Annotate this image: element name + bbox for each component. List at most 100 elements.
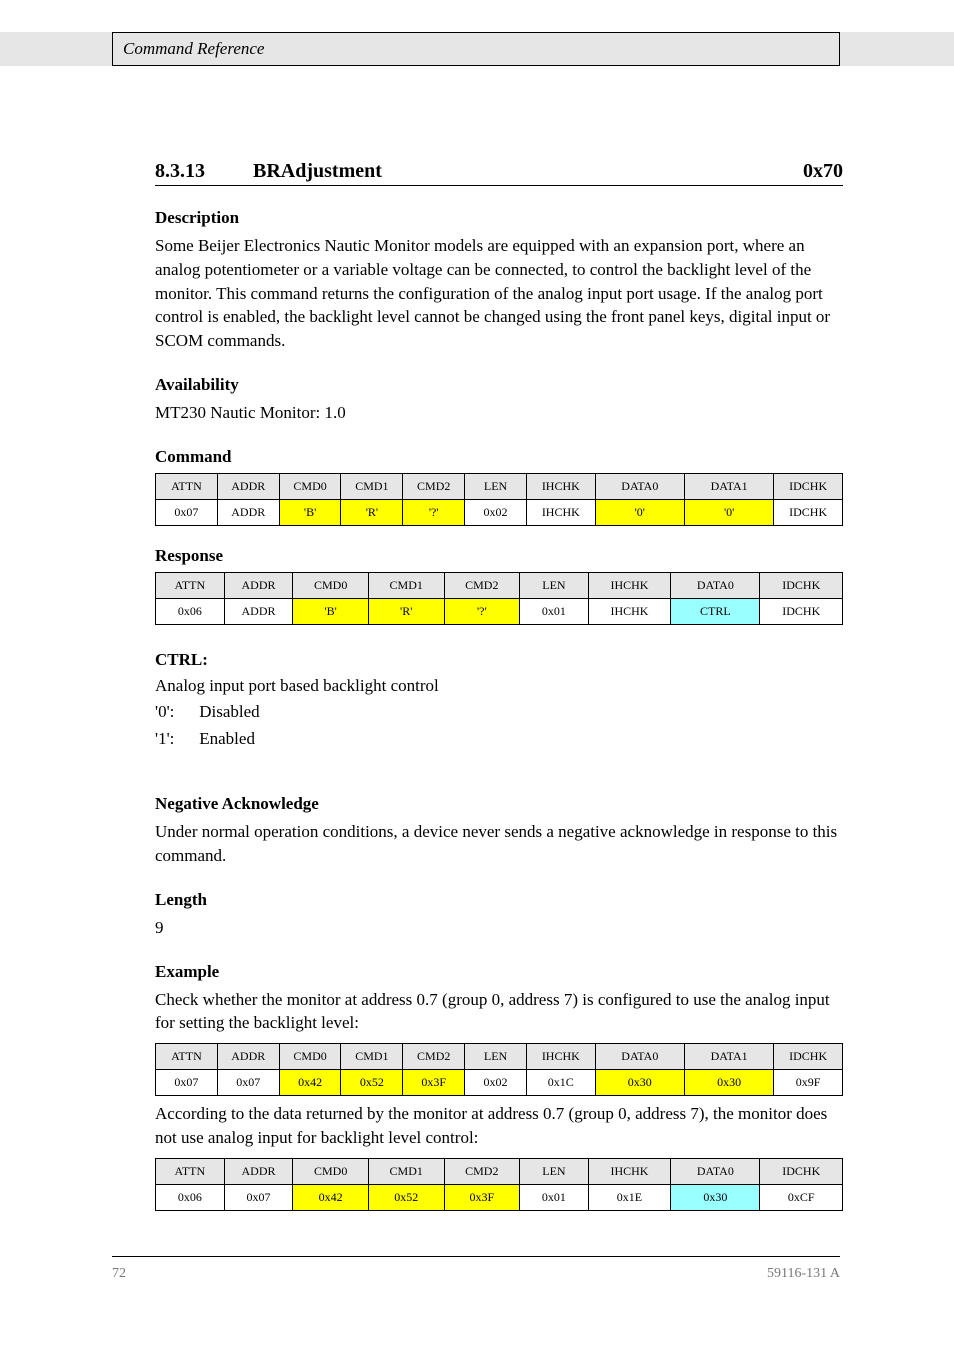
table-header: ATTN bbox=[156, 572, 225, 598]
table-header: CMD0 bbox=[279, 473, 341, 499]
table-row: 0x07 0x07 0x42 0x52 0x3F 0x02 0x1C 0x30 … bbox=[156, 1070, 843, 1096]
section-number: 8.3.13 BRAdjustment bbox=[155, 160, 382, 183]
example-command-table: ATTN ADDR CMD0 CMD1 CMD2 LEN IHCHK DATA0… bbox=[155, 1043, 843, 1096]
ctrl-key: '1': bbox=[155, 726, 195, 752]
table-header: IHCHK bbox=[526, 1044, 595, 1070]
table-header: LEN bbox=[520, 1158, 589, 1184]
description-label: Description bbox=[155, 208, 843, 228]
table-cell: '?' bbox=[444, 598, 520, 624]
description-text: Some Beijer Electronics Nautic Monitor m… bbox=[155, 234, 843, 353]
table-header: DATA1 bbox=[684, 473, 773, 499]
table-cell: 0x30 bbox=[671, 1184, 760, 1210]
table-row: 0x06 ADDR 'B' 'R' '?' 0x01 IHCHK CTRL ID… bbox=[156, 598, 843, 624]
table-cell: 0x9F bbox=[774, 1070, 843, 1096]
ctrl-line: '0': Disabled bbox=[155, 699, 843, 725]
table-header-row: ATTN ADDR CMD0 CMD1 CMD2 LEN IHCHK DATA0… bbox=[156, 473, 843, 499]
table-header: IHCHK bbox=[588, 1158, 670, 1184]
table-cell: 'B' bbox=[279, 499, 341, 525]
table-header: IDCHK bbox=[774, 473, 843, 499]
section-hex: 0x70 bbox=[803, 160, 843, 183]
table-cell: ADDR bbox=[217, 499, 279, 525]
ctrl-block: CTRL: Analog input port based backlight … bbox=[155, 647, 843, 752]
command-table: ATTN ADDR CMD0 CMD1 CMD2 LEN IHCHK DATA0… bbox=[155, 473, 843, 526]
footer-rule bbox=[112, 1256, 840, 1257]
table-header: CMD2 bbox=[403, 1044, 465, 1070]
section-title-row: 8.3.13 BRAdjustment 0x70 bbox=[155, 160, 843, 186]
table-header: IHCHK bbox=[588, 572, 670, 598]
table-header: DATA0 bbox=[595, 473, 684, 499]
nack-label: Negative Acknowledge bbox=[155, 794, 843, 814]
table-header: ATTN bbox=[156, 1044, 218, 1070]
table-cell: 0x42 bbox=[279, 1070, 341, 1096]
table-cell: CTRL bbox=[671, 598, 760, 624]
table-cell: IDCHK bbox=[760, 598, 843, 624]
table-cell: 'R' bbox=[341, 499, 403, 525]
table-header-row: ATTN ADDR CMD0 CMD1 CMD2 LEN IHCHK DATA0… bbox=[156, 1158, 843, 1184]
table-cell: 0x1C bbox=[526, 1070, 595, 1096]
table-cell: 0x30 bbox=[595, 1070, 684, 1096]
table-header: CMD2 bbox=[444, 572, 520, 598]
length-label: Length bbox=[155, 890, 843, 910]
response-label: Response bbox=[155, 546, 843, 566]
section-name-text: BRAdjustment bbox=[253, 160, 382, 182]
section-num-text: 8.3.13 bbox=[155, 160, 205, 182]
table-cell: IDCHK bbox=[774, 499, 843, 525]
table-cell: 0x52 bbox=[341, 1070, 403, 1096]
example-label: Example bbox=[155, 962, 843, 982]
table-cell: '?' bbox=[403, 499, 465, 525]
ctrl-line: '1': Enabled bbox=[155, 726, 843, 752]
table-header: CMD1 bbox=[368, 572, 444, 598]
table-header: IDCHK bbox=[774, 1044, 843, 1070]
table-header: CMD0 bbox=[293, 572, 369, 598]
table-header: ADDR bbox=[217, 1044, 279, 1070]
table-cell: 0x06 bbox=[156, 1184, 225, 1210]
table-header: ADDR bbox=[224, 572, 293, 598]
table-cell: 0x07 bbox=[217, 1070, 279, 1096]
table-cell: IHCHK bbox=[588, 598, 670, 624]
table-cell: 0x3F bbox=[403, 1070, 465, 1096]
ctrl-label: CTRL: bbox=[155, 650, 208, 669]
table-cell: 'R' bbox=[368, 598, 444, 624]
table-header: IDCHK bbox=[760, 1158, 843, 1184]
table-header: CMD2 bbox=[403, 473, 465, 499]
content-area: 8.3.13 BRAdjustment 0x70 Description Som… bbox=[155, 160, 843, 1231]
table-header-row: ATTN ADDR CMD0 CMD1 CMD2 LEN IHCHK DATA0… bbox=[156, 572, 843, 598]
table-header: CMD1 bbox=[341, 1044, 403, 1070]
table-header: ATTN bbox=[156, 1158, 225, 1184]
table-header: LEN bbox=[465, 473, 527, 499]
example-text-2: According to the data returned by the mo… bbox=[155, 1102, 843, 1150]
table-header-row: ATTN ADDR CMD0 CMD1 CMD2 LEN IHCHK DATA0… bbox=[156, 1044, 843, 1070]
availability-text: MT230 Nautic Monitor: 1.0 bbox=[155, 401, 843, 425]
table-header: LEN bbox=[465, 1044, 527, 1070]
command-label: Command bbox=[155, 447, 843, 467]
table-cell: '0' bbox=[684, 499, 773, 525]
table-cell: 0x07 bbox=[156, 1070, 218, 1096]
table-header: CMD0 bbox=[279, 1044, 341, 1070]
ctrl-key: '0': bbox=[155, 699, 195, 725]
table-cell: '0' bbox=[595, 499, 684, 525]
table-row: 0x06 0x07 0x42 0x52 0x3F 0x01 0x1E 0x30 … bbox=[156, 1184, 843, 1210]
table-header: IDCHK bbox=[760, 572, 843, 598]
table-cell: 0x42 bbox=[293, 1184, 369, 1210]
page-header: Command Reference bbox=[112, 32, 840, 66]
table-cell: 0x1E bbox=[588, 1184, 670, 1210]
table-header: ADDR bbox=[224, 1158, 293, 1184]
table-cell: 0x02 bbox=[465, 499, 527, 525]
table-cell: 0x01 bbox=[520, 598, 589, 624]
table-header: DATA1 bbox=[684, 1044, 773, 1070]
response-table: ATTN ADDR CMD0 CMD1 CMD2 LEN IHCHK DATA0… bbox=[155, 572, 843, 625]
footer: 72 59116-131 A bbox=[112, 1266, 840, 1282]
example-text-1: Check whether the monitor at address 0.7… bbox=[155, 988, 843, 1036]
table-cell: 0x01 bbox=[520, 1184, 589, 1210]
table-cell: 'B' bbox=[293, 598, 369, 624]
table-header: LEN bbox=[520, 572, 589, 598]
table-header: IHCHK bbox=[526, 473, 595, 499]
table-header: ATTN bbox=[156, 473, 218, 499]
table-cell: 0x52 bbox=[368, 1184, 444, 1210]
table-header: DATA0 bbox=[671, 572, 760, 598]
table-header: CMD2 bbox=[444, 1158, 520, 1184]
table-cell: 0x06 bbox=[156, 598, 225, 624]
table-cell: ADDR bbox=[224, 598, 293, 624]
footer-page: 72 bbox=[112, 1266, 126, 1282]
table-cell: 0x30 bbox=[684, 1070, 773, 1096]
